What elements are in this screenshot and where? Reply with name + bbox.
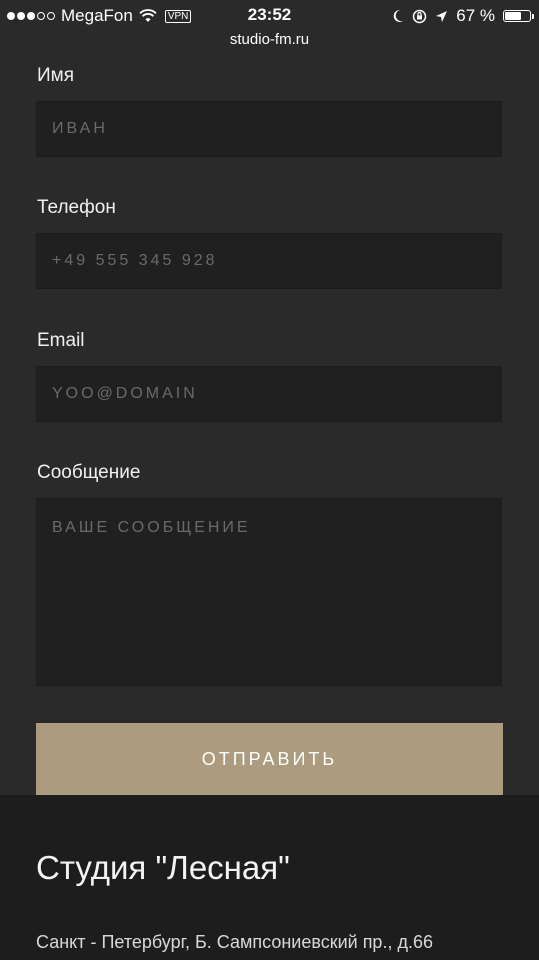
message-field-wrapper: [36, 498, 502, 686]
battery-percent: 67 %: [456, 6, 495, 25]
battery-icon: [503, 10, 534, 22]
location-arrow-icon: [436, 10, 448, 22]
status-bar: MegaFon VPN 23:52 67 %: [0, 0, 539, 30]
email-input[interactable]: [37, 367, 501, 421]
name-label: Имя: [37, 65, 75, 86]
name-field-wrapper: [36, 101, 502, 157]
studio-title: Студия "Лесная": [36, 849, 290, 886]
message-textarea[interactable]: [37, 499, 501, 685]
message-label: Сообщение: [37, 462, 141, 483]
name-input[interactable]: [37, 102, 501, 156]
email-field-wrapper: [36, 366, 502, 422]
submit-button[interactable]: ОТПРАВИТЬ: [36, 723, 503, 796]
screen: MegaFon VPN 23:52 67 % studio-fm.ru Имя …: [0, 0, 539, 960]
rotation-lock-icon: [413, 9, 427, 23]
footer: Студия "Лесная" Санкт - Петербург, Б. Са…: [0, 795, 539, 960]
email-label: Email: [37, 330, 85, 351]
studio-address: Санкт - Петербург, Б. Сампсониевский пр.…: [36, 932, 433, 952]
status-right: 67 %: [392, 6, 534, 26]
phone-input[interactable]: [37, 234, 501, 288]
moon-icon: [393, 9, 404, 22]
phone-label: Телефон: [37, 197, 116, 218]
phone-field-wrapper: [36, 233, 502, 289]
url-bar[interactable]: studio-fm.ru: [0, 31, 539, 48]
